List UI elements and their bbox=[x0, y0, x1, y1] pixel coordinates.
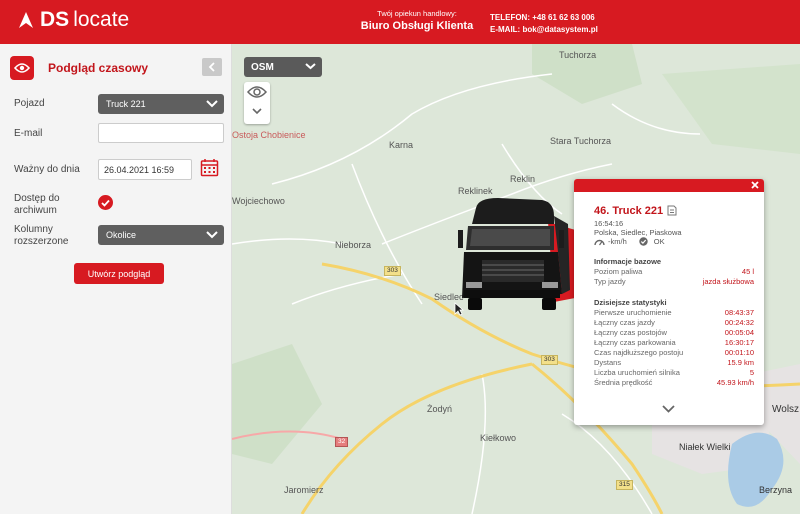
logo-arrow-icon bbox=[19, 12, 33, 28]
road-number-badge: 315 bbox=[616, 480, 633, 490]
archive-label-line2: archiwum bbox=[14, 205, 57, 216]
popup-header-bar bbox=[574, 179, 764, 192]
stat-row: Łączny czas parkowania 16:30:17 bbox=[594, 338, 754, 347]
email-input[interactable] bbox=[98, 123, 224, 143]
logo-ds-text: DS bbox=[40, 8, 70, 31]
speed-status-line: -km/h OK bbox=[594, 237, 665, 246]
checkmark-icon bbox=[101, 199, 110, 207]
place-label: Ostoja Chobienice bbox=[232, 130, 306, 140]
map-visibility-control[interactable] bbox=[244, 82, 270, 124]
daily-stats-header: Dzisiejsze statystyki bbox=[594, 298, 667, 307]
create-preview-button[interactable]: Utwórz podgląd bbox=[74, 263, 164, 284]
archive-label-line1: Dostęp do bbox=[14, 193, 60, 204]
map-layer-select[interactable]: OSM bbox=[244, 57, 322, 77]
chevron-down-icon bbox=[206, 100, 218, 108]
contact-info: TELEFON: +48 61 62 63 006 E-MAIL: bok@da… bbox=[490, 12, 598, 36]
document-icon[interactable] bbox=[667, 205, 677, 216]
place-label: Berzyna bbox=[759, 485, 793, 495]
archive-access-label: Dostęp do archiwum bbox=[14, 193, 60, 217]
info-row: Poziom paliwa 45 l bbox=[594, 267, 754, 276]
road-number-badge: 32 bbox=[335, 437, 349, 447]
panel-title: Podgląd czasowy bbox=[48, 61, 149, 75]
time-preview-panel: Podgląd czasowy Pojazd Truck 221 E-mail … bbox=[0, 44, 232, 514]
vehicle-select[interactable]: Truck 221 bbox=[98, 94, 224, 114]
phone-text: TELEFON: +48 61 62 63 006 bbox=[490, 13, 595, 22]
speedometer-icon bbox=[594, 239, 605, 245]
columns-label-line1: Kolumny bbox=[14, 224, 53, 235]
check-circle-icon bbox=[639, 237, 648, 246]
valid-until-input[interactable]: 26.04.2021 16:59 bbox=[98, 159, 192, 180]
place-label: Wolsz bbox=[772, 404, 800, 415]
stat-row: Dystans 15.9 km bbox=[594, 358, 754, 367]
chevron-down-icon[interactable] bbox=[662, 405, 675, 413]
place-label: Kiełkowo bbox=[480, 433, 517, 443]
logo-locate-text: locate bbox=[73, 8, 130, 31]
place-label: Stara Tuchorza bbox=[550, 136, 612, 146]
chevron-down-icon[interactable] bbox=[252, 108, 262, 115]
eye-icon bbox=[10, 56, 34, 80]
extended-columns-value: Okolice bbox=[106, 230, 137, 240]
stat-row: Pierwsze uruchomienie 08:43:37 bbox=[594, 308, 754, 317]
extended-columns-select[interactable]: Okolice bbox=[98, 225, 224, 245]
vehicle-select-value: Truck 221 bbox=[106, 99, 146, 109]
close-icon[interactable] bbox=[750, 180, 760, 190]
place-label: Karna bbox=[389, 140, 414, 150]
vehicle-title[interactable]: 46. Truck 221 bbox=[594, 205, 663, 217]
status-value: OK bbox=[653, 237, 665, 246]
chevron-left-icon bbox=[208, 62, 215, 72]
vehicle-location: Polska, Siedlec, Piaskowa bbox=[594, 228, 682, 237]
place-label: Niałek Wielki bbox=[679, 442, 731, 452]
email-label: E-mail bbox=[14, 128, 43, 139]
stat-row: Czas najdłuższego postoju 00:01:10 bbox=[594, 348, 754, 357]
eye-icon[interactable] bbox=[247, 85, 267, 99]
stat-row: Łączny czas postojów 00:05:04 bbox=[594, 328, 754, 337]
place-label: Nieborza bbox=[335, 240, 372, 250]
columns-label-line2: rozszerzone bbox=[14, 236, 69, 247]
place-label: Wojciechowo bbox=[232, 196, 285, 206]
extended-columns-label: Kolumny rozszerzone bbox=[14, 224, 68, 248]
vehicle-label: Pojazd bbox=[14, 98, 45, 109]
chevron-down-icon bbox=[206, 231, 218, 239]
place-label: Żodyń bbox=[427, 404, 453, 414]
collapse-panel-button[interactable] bbox=[202, 58, 222, 76]
map-layer-value: OSM bbox=[251, 61, 274, 73]
road-number-badge: 303 bbox=[384, 266, 401, 276]
account-manager-info: Twój opiekun handlowy: Biuro Obsługi Kli… bbox=[352, 9, 482, 32]
base-info-header: Informacje bazowe bbox=[594, 257, 662, 266]
account-manager-label: Twój opiekun handlowy: bbox=[377, 9, 457, 18]
ds-locate-logo[interactable]: DS locate bbox=[18, 8, 129, 32]
stat-row: Średnia prędkość 45.93 km/h bbox=[594, 378, 754, 387]
speed-value: -km/h bbox=[608, 237, 627, 246]
info-row: Typ jazdy jazda służbowa bbox=[594, 277, 754, 286]
top-header: DS locate Twój opiekun handlowy: Biuro O… bbox=[0, 0, 800, 44]
mouse-cursor-icon bbox=[454, 302, 464, 316]
map-view[interactable]: Tuchorza Ostoja Chobienice Karna Stara T… bbox=[232, 44, 800, 514]
place-label: Jaromierz bbox=[284, 485, 324, 495]
vehicle-time: 16:54:16 bbox=[594, 219, 624, 228]
calendar-icon[interactable] bbox=[200, 158, 219, 177]
stat-row: Liczba uruchomień silnika 5 bbox=[594, 368, 754, 377]
vehicle-info-popup: 46. Truck 221 16:54:16 Polska, Siedlec, … bbox=[574, 179, 764, 425]
account-manager-name: Biuro Obsługi Klienta bbox=[360, 20, 474, 32]
place-label: Reklin bbox=[510, 174, 536, 184]
email-text: E-MAIL: bok@datasystem.pl bbox=[490, 25, 598, 34]
valid-until-value: 26.04.2021 16:59 bbox=[104, 164, 175, 175]
stat-row: Łączny czas jazdy 00:24:32 bbox=[594, 318, 754, 327]
panel-header: Podgląd czasowy bbox=[10, 56, 148, 80]
chevron-down-icon bbox=[305, 63, 316, 70]
archive-access-checkbox[interactable] bbox=[98, 195, 113, 210]
road-number-badge: 303 bbox=[541, 355, 558, 365]
place-label: Tuchorza bbox=[559, 50, 597, 60]
valid-until-label: Ważny do dnia bbox=[14, 164, 80, 175]
